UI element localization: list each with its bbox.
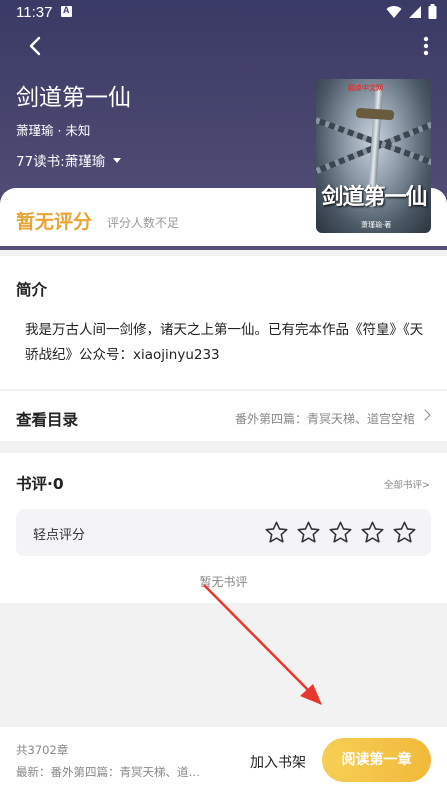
bottom-bar: 共3702章 最新：番外第四篇：青冥天梯、道… 加入书架 阅读第一章 xyxy=(0,727,447,794)
cover-author: 萧瑾瑜·著 xyxy=(361,221,392,229)
rating-note: 评分人数不足 xyxy=(107,216,180,230)
book-author[interactable]: 萧瑾瑜 · 未知 xyxy=(16,120,90,139)
star-rating[interactable] xyxy=(264,520,417,545)
star-icon[interactable] xyxy=(328,520,353,545)
book-title: 剑道第一仙 xyxy=(16,85,131,111)
wifi-icon xyxy=(386,5,402,18)
chapter-count: 共3702章 xyxy=(16,743,69,757)
chevron-right-icon xyxy=(419,409,431,421)
star-icon[interactable] xyxy=(392,520,417,545)
rating-headline: 暂无评分 xyxy=(16,211,93,233)
reviews-section: 书评·0 全部书评> 轻点评分 暂无书评 xyxy=(0,453,447,603)
cover-publisher: 起点中文网 xyxy=(348,84,383,92)
rate-box: 轻点评分 xyxy=(16,509,431,556)
newest-chapter: 最新：番外第四篇：青冥天梯、道… xyxy=(16,765,200,779)
star-icon[interactable] xyxy=(360,520,385,545)
book-cover[interactable]: 起点中文网 剑道第一仙 萧瑾瑜·著 xyxy=(316,79,431,233)
catalog-title: 查看目录 xyxy=(16,411,79,429)
add-to-shelf-button[interactable]: 加入书架 xyxy=(250,752,306,772)
catalog-row[interactable]: 查看目录 番外第四篇：青冥天梯、道宫空棺 xyxy=(0,391,447,441)
signal-icon xyxy=(409,5,421,18)
notification-icon xyxy=(61,5,72,17)
reviews-title: 书评·0 xyxy=(16,475,64,493)
source-label: 77读书:萧瑾瑜 xyxy=(16,154,106,170)
system-icons xyxy=(386,4,437,19)
battery-icon xyxy=(428,4,437,19)
intro-section: 简介 我是万古人间一剑修，诸天之上第一仙。已有完本作品《符皇》《天骄战纪》公众号… xyxy=(0,256,447,389)
status-bar: 11:37 xyxy=(0,0,447,26)
back-icon[interactable] xyxy=(24,34,48,58)
more-options-icon[interactable] xyxy=(419,34,433,58)
no-reviews-text: 暂无书评 xyxy=(199,575,248,589)
source-selector[interactable]: 77读书:萧瑾瑜 xyxy=(16,150,122,170)
cover-title: 剑道第一仙 xyxy=(321,184,427,210)
cover-sword-guard xyxy=(355,107,395,121)
all-reviews-link[interactable]: 全部书评> xyxy=(384,477,430,491)
star-icon[interactable] xyxy=(264,520,289,545)
status-time: 11:37 xyxy=(16,4,53,21)
intro-title: 简介 xyxy=(16,281,48,299)
catalog-latest-chapter: 番外第四篇：青冥天梯、道宫空棺 xyxy=(234,412,415,426)
rate-label: 轻点评分 xyxy=(33,528,86,543)
intro-text: 我是万古人间一剑修，诸天之上第一仙。已有完本作品《符皇》《天骄战纪》公众号：xi… xyxy=(25,322,424,363)
caret-down-icon xyxy=(113,157,122,163)
star-icon[interactable] xyxy=(296,520,321,545)
read-first-chapter-button[interactable]: 阅读第一章 xyxy=(322,738,431,782)
